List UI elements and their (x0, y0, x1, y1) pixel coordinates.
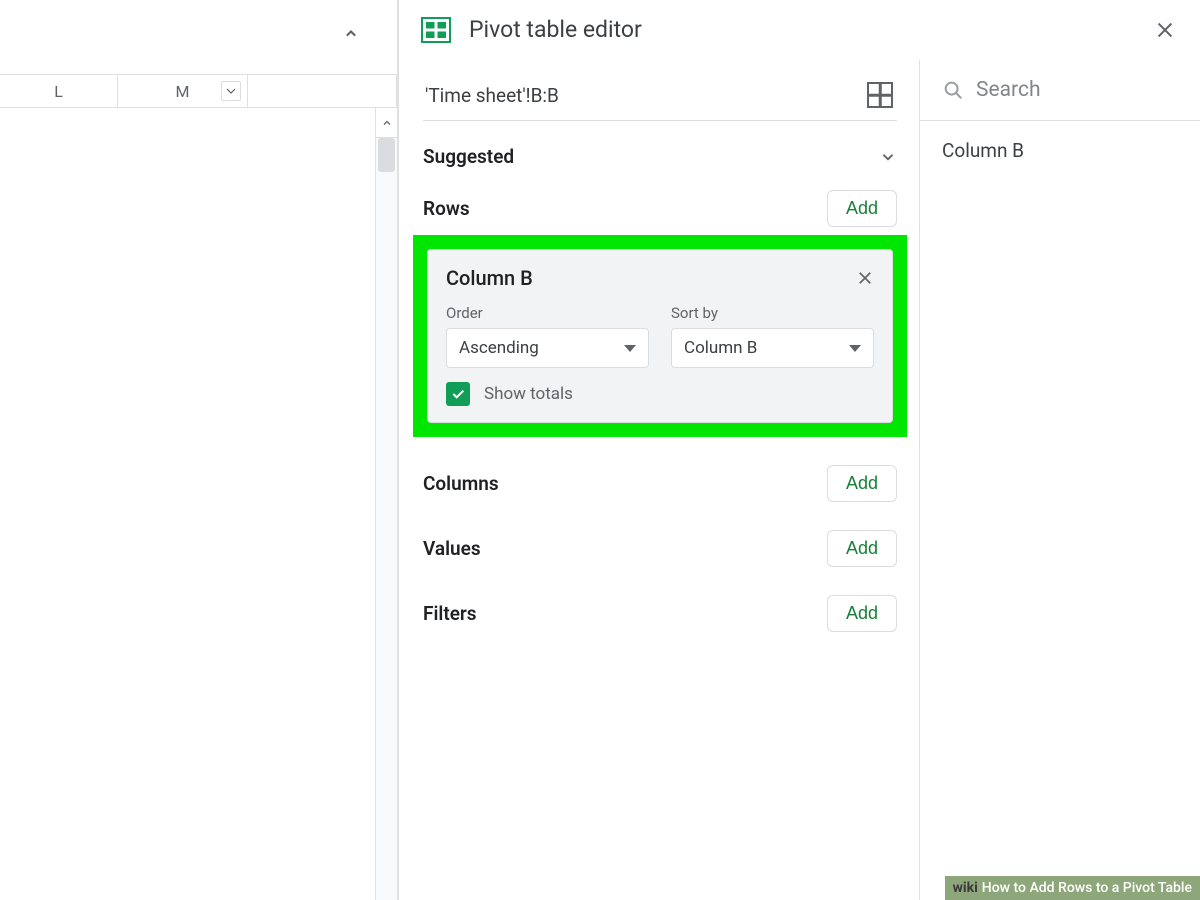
add-filters-button[interactable]: Add (827, 595, 897, 632)
close-panel-button[interactable] (1154, 19, 1176, 41)
column-header-next[interactable] (248, 75, 397, 107)
column-m-filter-button[interactable] (221, 81, 241, 101)
search-fields-input[interactable]: Search (920, 60, 1200, 121)
suggested-label: Suggested (423, 145, 879, 168)
sheets-icon (421, 17, 451, 43)
collapse-panel-button[interactable] (331, 14, 371, 54)
remove-row-field-button[interactable] (856, 269, 874, 287)
pivot-editor-panel: Pivot table editor 'Time sheet'!B:B Sugg… (398, 0, 1200, 900)
watermark-text: How to Add Rows to a Pivot Table (982, 880, 1192, 896)
sortby-select-value: Column B (684, 338, 849, 358)
values-label: Values (423, 537, 827, 560)
panel-title: Pivot table editor (469, 16, 1136, 43)
highlight-annotation: Column B Order Ascending (413, 235, 907, 437)
panel-header: Pivot table editor (399, 0, 1200, 60)
column-header-l[interactable]: L (0, 75, 118, 107)
scrollbar-thumb[interactable] (378, 138, 395, 172)
fields-column: Search Column B (919, 60, 1200, 900)
add-rows-button[interactable]: Add (827, 190, 897, 227)
editor-column: 'Time sheet'!B:B Suggested Rows Add (399, 60, 919, 900)
sortby-select[interactable]: Column B (671, 328, 874, 368)
add-values-button[interactable]: Add (827, 530, 897, 567)
rows-section: Rows Add Column B (423, 190, 897, 437)
add-columns-button[interactable]: Add (827, 465, 897, 502)
row-field-name: Column B (446, 266, 856, 290)
show-totals-label: Show totals (484, 384, 573, 404)
filters-section: Filters Add (423, 595, 897, 632)
spreadsheet-area: L M (0, 0, 398, 900)
watermark: wiki How to Add Rows to a Pivot Table (945, 876, 1200, 900)
data-range-row: 'Time sheet'!B:B (423, 72, 897, 121)
field-list-item[interactable]: Column B (920, 121, 1200, 180)
column-headers: L M (0, 74, 397, 108)
order-select-value: Ascending (459, 338, 624, 358)
select-range-icon[interactable] (867, 82, 893, 108)
rows-label: Rows (423, 197, 827, 220)
sortby-field-label: Sort by (671, 304, 874, 322)
search-placeholder: Search (976, 78, 1041, 102)
scroll-up-button[interactable] (375, 108, 397, 138)
order-field-label: Order (446, 304, 649, 322)
column-header-m[interactable]: M (118, 75, 248, 107)
sortby-field: Sort by Column B (671, 304, 874, 368)
show-totals-row: Show totals (446, 382, 874, 406)
watermark-prefix: wiki (953, 880, 978, 896)
order-select[interactable]: Ascending (446, 328, 649, 368)
order-field: Order Ascending (446, 304, 649, 368)
caret-down-icon (849, 345, 861, 352)
scrollbar-vertical[interactable] (375, 138, 397, 900)
chevron-down-icon (879, 148, 897, 166)
values-section: Values Add (423, 530, 897, 567)
filters-label: Filters (423, 602, 827, 625)
show-totals-checkbox[interactable] (446, 382, 470, 406)
caret-down-icon (624, 345, 636, 352)
data-range-input[interactable]: 'Time sheet'!B:B (425, 84, 857, 107)
suggested-section[interactable]: Suggested (423, 145, 897, 168)
search-icon (942, 79, 964, 101)
row-field-card: Column B Order Ascending (427, 249, 893, 423)
columns-label: Columns (423, 472, 827, 495)
columns-section: Columns Add (423, 465, 897, 502)
